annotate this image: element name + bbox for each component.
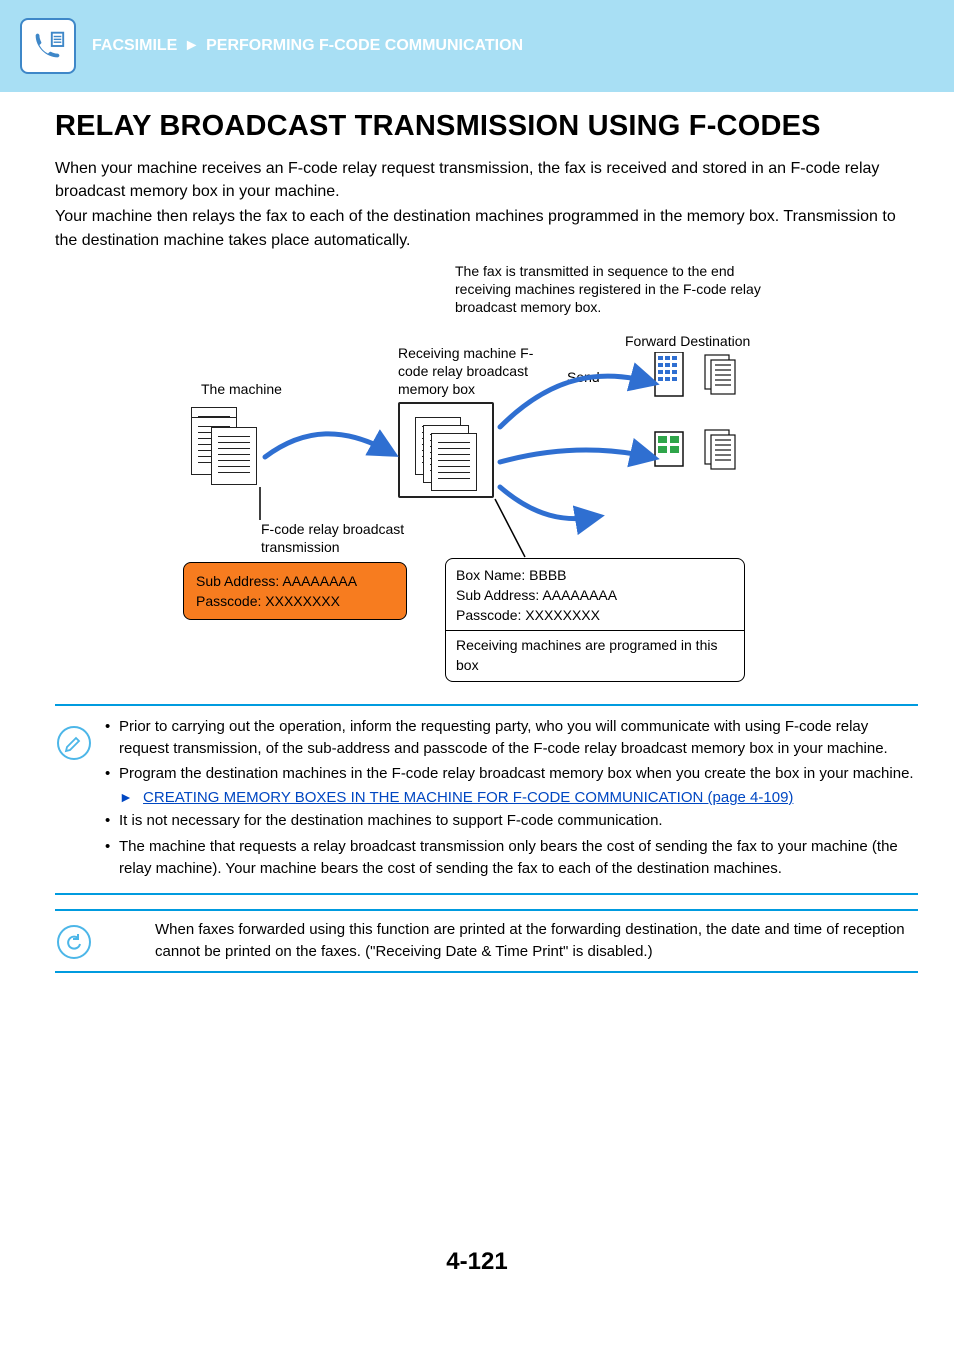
xref-line: ► CREATING MEMORY BOXES IN THE MACHINE F… (105, 789, 918, 806)
page-title: RELAY BROADCAST TRANSMISSION USING F-COD… (55, 110, 918, 143)
box-programmed-note: Receiving machines are programed in this… (446, 630, 744, 676)
memory-box-details: Box Name: BBBB Sub Address: AAAAAAAA Pas… (445, 558, 745, 682)
intro-text: When your machine receives an F-code rel… (55, 157, 918, 252)
relay-diagram: The fax is transmitted in sequence to th… (55, 262, 875, 692)
intro-p1: When your machine receives an F-code rel… (55, 157, 918, 203)
source-address-box: Sub Address: AAAAAAAA Passcode: XXXXXXXX (183, 562, 407, 621)
box-passcode: Passcode: XXXXXXXX (456, 605, 734, 625)
page-number: 4-121 (0, 1248, 954, 1276)
note-item-3: It is not necessary for the destination … (105, 810, 918, 832)
chevron-right-icon: ► (184, 37, 200, 54)
note-item-2: Program the destination machines in the … (105, 763, 918, 785)
crumb-facsimile[interactable]: FACSIMILE (92, 37, 177, 54)
note-block-tips: Prior to carrying out the operation, inf… (55, 704, 918, 896)
link-arrow-icon: ► (119, 789, 133, 805)
intro-p2: Your machine then relays the fax to each… (55, 205, 918, 251)
diagram-arrows (55, 262, 875, 562)
relay-transmission-label: F-code relay broadcast transmission (261, 520, 441, 556)
note2-body: When faxes forwarded using this function… (105, 911, 918, 971)
source-passcode: Passcode: XXXXXXXX (196, 591, 394, 611)
note-item-1: Prior to carrying out the operation, inf… (105, 716, 918, 760)
undo-note-icon (57, 925, 91, 959)
source-sub-address: Sub Address: AAAAAAAA (196, 571, 394, 591)
phone-document-icon (20, 18, 76, 74)
box-name: Box Name: BBBB (456, 565, 734, 585)
pencil-note-icon (57, 726, 91, 760)
crumb-section[interactable]: PERFORMING F-CODE COMMUNICATION (206, 37, 523, 54)
creating-memory-boxes-link[interactable]: CREATING MEMORY BOXES IN THE MACHINE FOR… (143, 789, 793, 806)
breadcrumb: FACSIMILE ► PERFORMING F-CODE COMMUNICAT… (92, 37, 523, 55)
box-sub-address: Sub Address: AAAAAAAA (456, 585, 734, 605)
note-block-limitation: When faxes forwarded using this function… (55, 909, 918, 973)
header-bar: FACSIMILE ► PERFORMING F-CODE COMMUNICAT… (0, 0, 954, 92)
note-item-4: The machine that requests a relay broadc… (105, 836, 918, 880)
